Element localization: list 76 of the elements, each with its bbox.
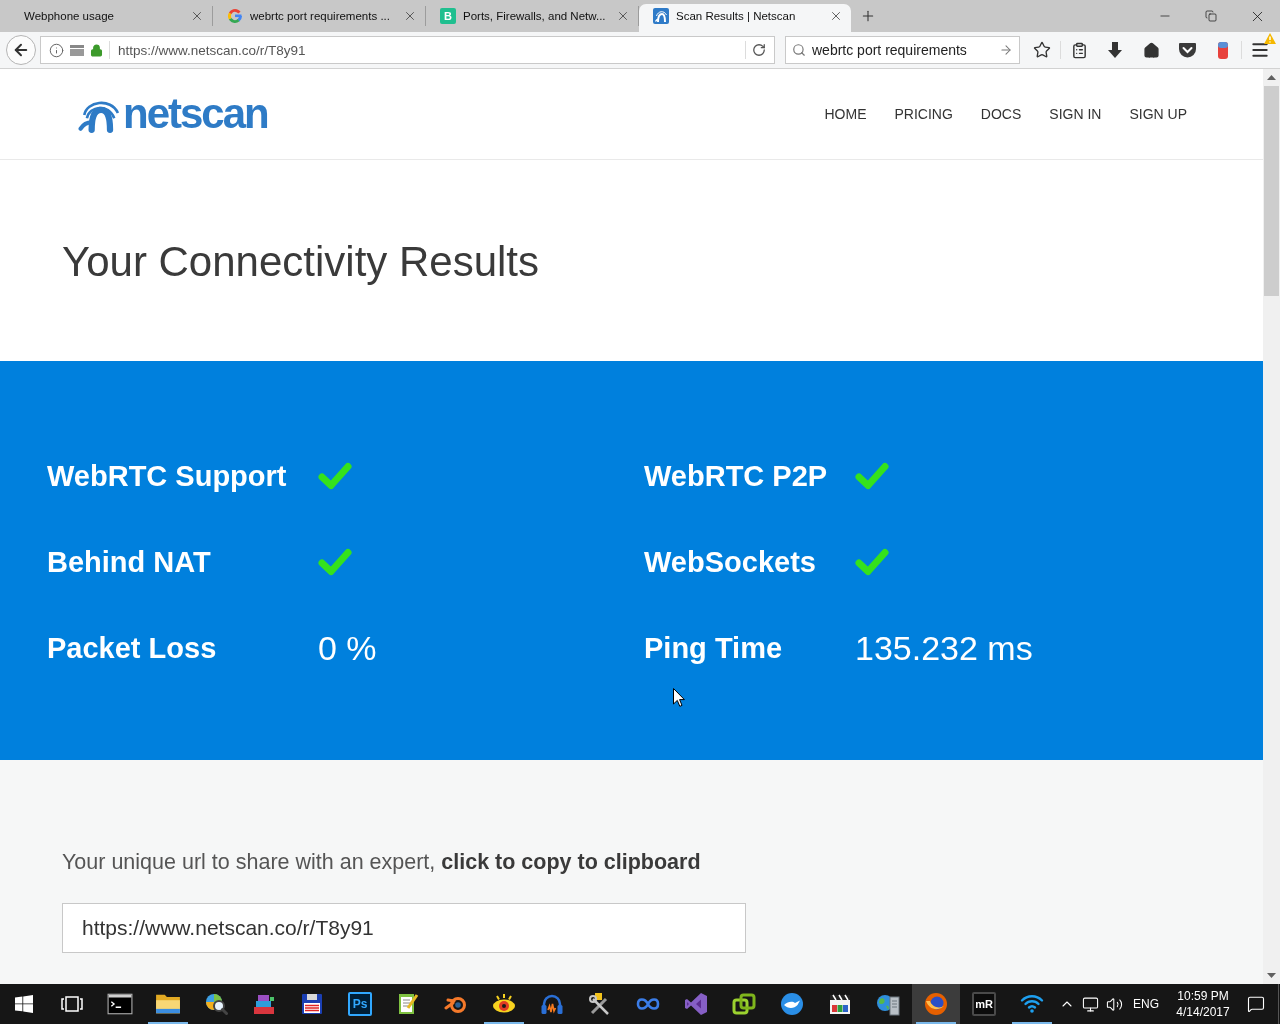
windows-logo-icon <box>15 995 33 1013</box>
shield-chevron-icon[interactable] <box>1178 42 1196 58</box>
browser-tab[interactable]: Webphone usage <box>0 4 212 32</box>
restore-icon[interactable] <box>1205 10 1217 22</box>
result-label: WebSockets <box>644 545 816 579</box>
wave-favicon-icon <box>653 8 669 24</box>
network-icon[interactable] <box>1081 995 1099 1013</box>
reader-icon[interactable] <box>70 44 84 56</box>
stacked-books-icon <box>252 992 276 1016</box>
result-label: Ping Time <box>644 631 783 665</box>
close-icon[interactable] <box>616 9 630 23</box>
info-icon[interactable] <box>49 42 64 58</box>
home-icon[interactable] <box>1142 41 1160 59</box>
close-icon[interactable] <box>403 9 417 23</box>
result-label: WebRTC P2P <box>644 459 828 493</box>
globe-magnifier-icon <box>204 992 228 1016</box>
swirl-globe-icon <box>924 992 948 1016</box>
clapperboard-icon <box>828 992 852 1016</box>
scroll-up-arrow-icon[interactable] <box>1267 75 1276 80</box>
task-view-icon <box>61 996 83 1012</box>
scrollbar-thumb[interactable] <box>1264 86 1279 296</box>
share-instruction: Your unique url to share with an expert, click to copy to clipboard <box>62 850 701 874</box>
close-icon[interactable] <box>190 9 204 23</box>
result-label: WebRTC Support <box>47 459 287 493</box>
clock-time[interactable]: 10:59 PM <box>1177 988 1229 1004</box>
search-field[interactable]: webrtc port requirements <box>785 36 1020 64</box>
logo-wordmark: netscan <box>123 93 268 135</box>
lock-icon[interactable] <box>90 43 103 57</box>
close-icon[interactable] <box>829 9 843 23</box>
reload-icon[interactable] <box>752 43 766 57</box>
wifi-icon <box>1020 995 1044 1013</box>
capsule-icon[interactable] <box>1218 41 1228 59</box>
result-label: Behind NAT <box>47 545 211 579</box>
result-value: 135.232 ms <box>855 628 1033 668</box>
volume-icon[interactable] <box>1105 995 1123 1013</box>
clipboard-list-icon[interactable] <box>1070 41 1088 59</box>
globe-server-icon <box>876 992 900 1016</box>
notepad-pencil-icon <box>396 992 420 1016</box>
infinity-icon <box>636 997 660 1011</box>
back-button[interactable] <box>6 35 36 65</box>
browser-tab[interactable]: B Ports, Firewalls, and Netw... <box>426 4 638 32</box>
app-logo-tile: Ps <box>348 992 372 1016</box>
taskbar-button[interactable]: mR <box>960 984 1008 1024</box>
plus-icon[interactable] <box>860 8 876 24</box>
nav-link[interactable]: SIGN UP <box>1129 106 1187 122</box>
app-logo-tile: mR <box>972 992 996 1016</box>
segmented-ring-icon <box>227 8 243 24</box>
browser-tab[interactable]: Scan Results | Netscan <box>639 4 851 32</box>
folder-icon <box>155 993 181 1015</box>
page-title: Your Connectivity Results <box>62 238 539 286</box>
bird-icon <box>780 992 804 1016</box>
star-icon[interactable] <box>1033 41 1051 59</box>
share-url-field[interactable]: https://www.netscan.co/r/T8y91 <box>62 903 746 953</box>
letter-favicon: B <box>440 8 456 24</box>
browser-tab[interactable]: webrtc port requirements ... <box>213 4 425 32</box>
headphones-icon <box>540 992 564 1016</box>
taskbar-button[interactable]: Ps <box>336 984 384 1024</box>
clock-date[interactable]: 4/14/2017 <box>1176 1004 1230 1020</box>
terminal-icon <box>107 993 133 1015</box>
menu-icon[interactable] <box>1250 40 1270 60</box>
linked-squares-icon <box>732 992 756 1016</box>
bow-logo-icon <box>684 992 708 1016</box>
address-bar[interactable]: https://www.netscan.co/r/T8y91 <box>40 36 775 64</box>
mouse-pointer-icon <box>673 688 685 707</box>
nav-link[interactable]: HOME <box>824 106 867 122</box>
nav-link[interactable]: DOCS <box>980 106 1022 122</box>
language-indicator[interactable]: ENG <box>1133 997 1159 1011</box>
result-label: Packet Loss <box>47 631 217 665</box>
nav-link[interactable]: SIGN IN <box>1049 106 1102 122</box>
result-value: 0 % <box>318 628 377 668</box>
arrow-right-icon[interactable] <box>999 43 1013 57</box>
download-arrow-icon[interactable] <box>1108 42 1122 58</box>
scroll-down-arrow-icon[interactable] <box>1267 973 1276 978</box>
search-icon <box>792 43 806 57</box>
notification-icon[interactable] <box>1247 995 1265 1013</box>
nav-link[interactable]: PRICING <box>894 106 953 122</box>
